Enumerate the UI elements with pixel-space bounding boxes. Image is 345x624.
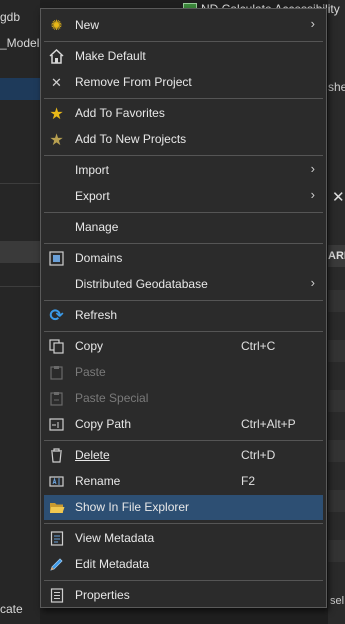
star-plus-icon: ★ (49, 131, 64, 149)
snippet-text: she (328, 80, 345, 94)
menu-item-paste[interactable]: Paste (44, 360, 323, 385)
home-icon (48, 48, 65, 65)
background-tree-pane: gdb _Model. cate (0, 0, 43, 624)
table-header (0, 241, 40, 263)
menu-item-domains[interactable]: Domains (44, 246, 323, 271)
close-icon[interactable]: ✕ (332, 188, 345, 206)
menu-item-add-to-favorites[interactable]: ★ Add To Favorites (44, 101, 323, 126)
menu-item-rename[interactable]: Rename F2 (44, 469, 323, 494)
menu-item-import[interactable]: Import › (44, 158, 323, 183)
menu-item-copy-path[interactable]: Copy Path Ctrl+Alt+P (44, 412, 323, 437)
tree-item-model[interactable]: _Model. (0, 36, 43, 50)
menu-item-export[interactable]: Export › (44, 184, 323, 209)
menu-item-copy[interactable]: Copy Ctrl+C (44, 334, 323, 359)
chevron-right-icon: › (310, 187, 315, 202)
menu-item-refresh[interactable]: ⟳ Refresh (44, 303, 323, 328)
star-icon: ★ (49, 105, 64, 123)
tree-item-gdb[interactable]: gdb (0, 10, 20, 24)
paste-icon (48, 364, 65, 381)
table-row (328, 490, 345, 512)
tree-selected-row[interactable] (0, 78, 40, 100)
menu-item-remove-from-project[interactable]: ✕ Remove From Project (44, 70, 323, 95)
trash-icon (48, 447, 65, 464)
folder-icon (48, 499, 65, 516)
menu-item-show-in-file-explorer[interactable]: Show In File Explorer (44, 495, 323, 520)
menu-separator (44, 300, 323, 301)
table-row (328, 290, 345, 312)
rename-icon (48, 473, 65, 490)
menu-item-properties[interactable]: Properties (44, 583, 323, 608)
status-text: sel (330, 595, 345, 607)
paste-special-icon (48, 390, 65, 407)
copy-path-icon (48, 416, 65, 433)
menu-item-delete[interactable]: Delete Ctrl+D (44, 443, 323, 468)
background-right-pane: ND Calculate Accessibility she ✕ ARI sel (183, 0, 345, 624)
refresh-icon: ⟳ (49, 305, 64, 325)
status-text: cate (0, 602, 23, 616)
menu-separator (44, 523, 323, 524)
menu-separator (44, 41, 323, 42)
menu-separator (44, 243, 323, 244)
sun-icon: ✺ (50, 17, 63, 33)
menu-separator (44, 440, 323, 441)
divider (0, 183, 40, 184)
copy-icon (48, 338, 65, 355)
domains-icon (48, 250, 65, 267)
menu-item-distributed-geodatabase[interactable]: Distributed Geodatabase › (44, 272, 323, 297)
divider (0, 286, 40, 287)
menu-item-edit-metadata[interactable]: Edit Metadata (44, 552, 323, 577)
chevron-right-icon: › (310, 161, 315, 176)
chevron-right-icon: › (310, 16, 315, 31)
menu-item-view-metadata[interactable]: View Metadata (44, 526, 323, 551)
table-row (328, 440, 345, 462)
menu-item-make-default[interactable]: Make Default (44, 44, 323, 69)
menu-separator (44, 331, 323, 332)
close-icon: ✕ (51, 74, 62, 90)
pencil-icon (48, 556, 65, 573)
table-row (328, 340, 345, 362)
document-icon (48, 530, 65, 547)
table-row (328, 390, 345, 412)
chevron-right-icon: › (310, 275, 315, 290)
menu-item-add-to-new-projects[interactable]: ★ Add To New Projects (44, 127, 323, 152)
menu-item-paste-special[interactable]: Paste Special (44, 386, 323, 411)
table-row (328, 540, 345, 562)
menu-item-manage[interactable]: Manage (44, 215, 323, 240)
menu-separator (44, 155, 323, 156)
menu-separator (44, 580, 323, 581)
menu-separator (44, 212, 323, 213)
context-menu: ✺ New › Make Default ✕ Remove From Proje… (40, 8, 327, 608)
column-header: ARI (328, 245, 345, 267)
properties-icon (48, 587, 65, 604)
menu-item-new[interactable]: ✺ New › (44, 13, 323, 38)
menu-separator (44, 98, 323, 99)
